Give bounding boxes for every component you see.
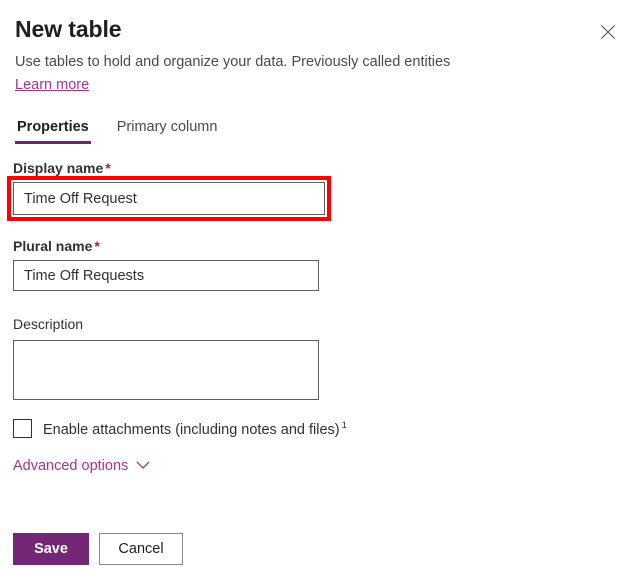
enable-attachments-row[interactable]: Enable attachments (including notes and … [13, 419, 347, 438]
advanced-options-label: Advanced options [13, 458, 128, 474]
footnote-marker: 1 [342, 420, 347, 431]
tab-primary-column[interactable]: Primary column [115, 116, 220, 144]
close-button[interactable] [590, 14, 626, 50]
description-label: Description [13, 315, 83, 333]
cancel-button[interactable]: Cancel [99, 533, 183, 565]
tab-list: Properties Primary column [15, 116, 219, 144]
required-asterisk: * [105, 160, 110, 176]
new-table-dialog: New table Use tables to hold and organiz… [0, 0, 636, 588]
plural-name-input[interactable] [13, 260, 319, 291]
description-textarea[interactable] [13, 340, 319, 400]
enable-attachments-checkbox[interactable] [13, 419, 32, 438]
enable-attachments-label: Enable attachments (including notes and … [43, 420, 347, 438]
dialog-header: New table Use tables to hold and organiz… [15, 14, 622, 94]
close-icon [600, 24, 616, 40]
page-title: New table [15, 14, 622, 44]
required-asterisk: * [94, 238, 99, 254]
chevron-down-icon [136, 457, 150, 475]
plural-name-label: Plural name* [13, 237, 100, 255]
display-name-input[interactable] [13, 182, 325, 215]
tab-properties[interactable]: Properties [15, 116, 91, 144]
display-name-label: Display name* [13, 159, 111, 177]
advanced-options-toggle[interactable]: Advanced options [13, 457, 150, 475]
dialog-subtitle: Use tables to hold and organize your dat… [15, 52, 622, 72]
save-button[interactable]: Save [13, 533, 89, 565]
learn-more-link[interactable]: Learn more [15, 77, 89, 93]
